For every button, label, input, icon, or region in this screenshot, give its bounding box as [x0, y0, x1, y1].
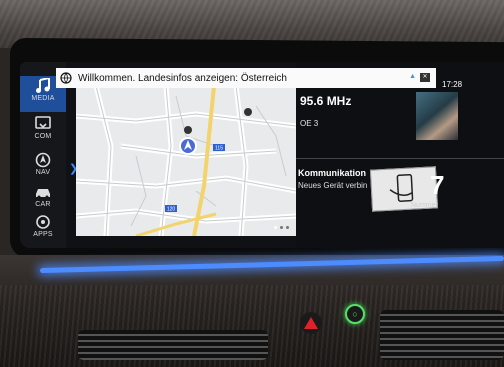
air-vent-left[interactable]: [78, 330, 268, 360]
communication-subtitle[interactable]: Neues Gerät verbin: [298, 181, 367, 190]
hazard-triangle-icon: [304, 317, 318, 329]
banner-controls: ▲ ✕: [409, 73, 430, 82]
page-indicator: [274, 226, 289, 229]
banner-message: Willkommen. Landesinfos anzeigen: Österr…: [78, 72, 287, 84]
navigation-map[interactable]: 115 120: [76, 86, 296, 236]
air-vent-right[interactable]: [380, 310, 504, 360]
phone-screen-icon: [35, 116, 51, 129]
sidebar-item-label: NAV: [35, 169, 51, 176]
album-cover: [416, 92, 458, 140]
apps-icon: [36, 215, 50, 229]
close-icon[interactable]: ✕: [420, 73, 430, 82]
page-dot: [280, 226, 283, 229]
sidebar-item-label: MEDIA: [31, 95, 55, 102]
divider: [296, 158, 504, 159]
chevron-up-icon[interactable]: ▲: [409, 73, 416, 82]
sidebar-item-com[interactable]: COM: [20, 114, 66, 150]
radio-frequency: 95.6 MHz: [300, 94, 352, 108]
sidebar-item-label: CAR: [35, 201, 51, 208]
page-dot: [274, 226, 277, 229]
page-dot: [286, 226, 289, 229]
music-note-icon: [36, 78, 50, 93]
road-label: 120: [167, 207, 176, 213]
globe-info-icon: [60, 72, 72, 84]
communication-title[interactable]: Kommunikation: [298, 168, 366, 178]
clock: 17:28: [442, 80, 463, 89]
sidebar-item-label: APPS: [33, 231, 53, 238]
eco-button[interactable]: ○: [345, 304, 365, 324]
infotainment-screen: MEDIA COM NAV CAR APPS ❯ 115 120 95.6 MH…: [20, 62, 504, 248]
navigation-icon: [35, 152, 51, 168]
road-label: 115: [215, 146, 223, 152]
sidebar-item-apps[interactable]: APPS: [20, 212, 66, 248]
communication-count-label: Nummer: [411, 202, 438, 209]
widget-panel: 95.6 MHz OE 3 Kommunikation Neues Gerät …: [296, 62, 504, 248]
radio-widget[interactable]: 95.6 MHz OE 3: [296, 92, 464, 154]
sidebar-item-label: COM: [34, 133, 52, 140]
map-streets: 115 120: [76, 86, 296, 236]
radio-station: OE 3: [300, 119, 319, 128]
notification-banner[interactable]: Willkommen. Landesinfos anzeigen: Österr…: [56, 68, 436, 88]
car-icon: [36, 189, 50, 199]
hazard-button[interactable]: [300, 312, 322, 334]
sidebar-item-nav[interactable]: NAV: [20, 150, 66, 186]
communication-count: 7: [430, 170, 445, 200]
sidebar: MEDIA COM NAV CAR APPS: [20, 62, 66, 248]
